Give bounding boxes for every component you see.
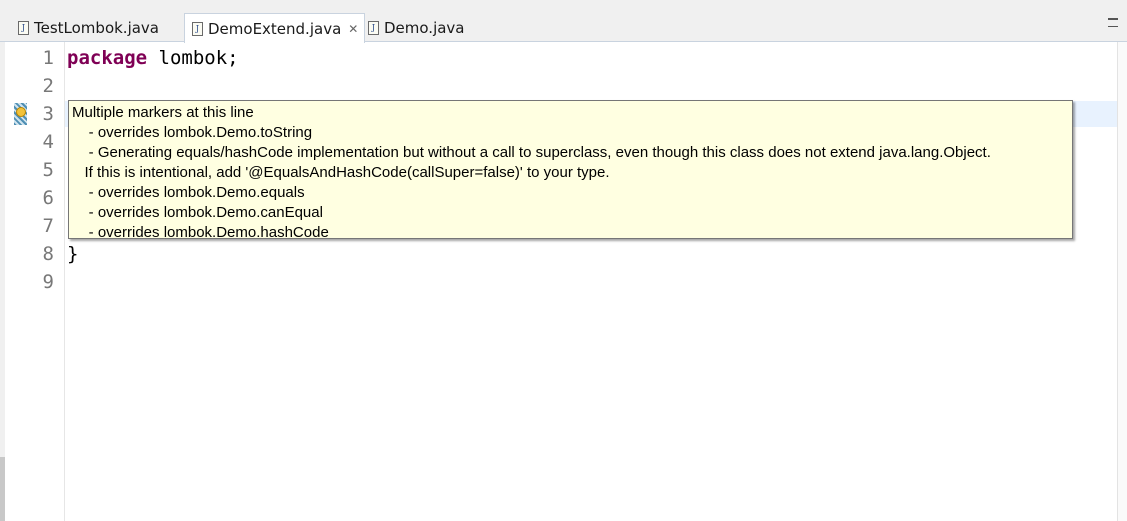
package-name: lombok; xyxy=(147,47,239,69)
vertical-scrollbar[interactable] xyxy=(1117,42,1127,521)
line-number: 4 xyxy=(42,131,54,153)
left-panel-edge xyxy=(0,42,5,521)
problem-hover-tooltip: Multiple markers at this line - override… xyxy=(68,100,1073,241)
tooltip-item: - overrides lombok.Demo.hashCode xyxy=(72,224,329,241)
tooltip-title: Multiple markers at this line xyxy=(72,104,254,121)
package-keyword: package xyxy=(67,47,148,69)
editor-tab-bar: J TestLombok.java J DemoExtend.java ✕ J … xyxy=(0,8,1127,43)
line-number: 3 xyxy=(42,103,54,125)
line-number: 2 xyxy=(42,75,54,97)
tab-label: Demo.java xyxy=(384,18,465,37)
minimize-icon[interactable] xyxy=(1108,18,1118,27)
tab-label: TestLombok.java xyxy=(34,18,160,37)
close-tab-icon[interactable]: ✕ xyxy=(348,22,358,36)
code-line-8[interactable]: } xyxy=(67,243,78,265)
line-number: 8 xyxy=(42,243,54,265)
line-number: 5 xyxy=(42,159,54,181)
tab-demo[interactable]: J Demo.java xyxy=(368,14,465,41)
java-file-icon: J xyxy=(368,20,379,35)
tooltip-item: If this is intentional, add '@EqualsAndH… xyxy=(72,164,610,181)
line-number: 7 xyxy=(42,215,54,237)
line-number: 1 xyxy=(42,47,54,69)
tooltip-item: - overrides lombok.Demo.canEqual xyxy=(72,204,323,221)
tooltip-item: - Generating equals/hashCode implementat… xyxy=(72,144,991,161)
line-number: 9 xyxy=(42,271,54,293)
toolbar-strip xyxy=(0,0,1127,8)
line-number: 6 xyxy=(42,187,54,209)
tooltip-item: - overrides lombok.Demo.equals xyxy=(72,184,305,201)
tab-testlombok[interactable]: J TestLombok.java xyxy=(18,14,159,41)
code-line-1[interactable]: package lombok; xyxy=(67,47,239,69)
tab-label: DemoExtend.java xyxy=(208,19,342,38)
tab-demoextend[interactable]: J DemoExtend.java ✕ xyxy=(184,13,366,43)
java-file-icon: J xyxy=(18,20,29,35)
java-file-icon: J xyxy=(192,21,203,36)
tooltip-item: - overrides lombok.Demo.toString xyxy=(72,124,313,141)
